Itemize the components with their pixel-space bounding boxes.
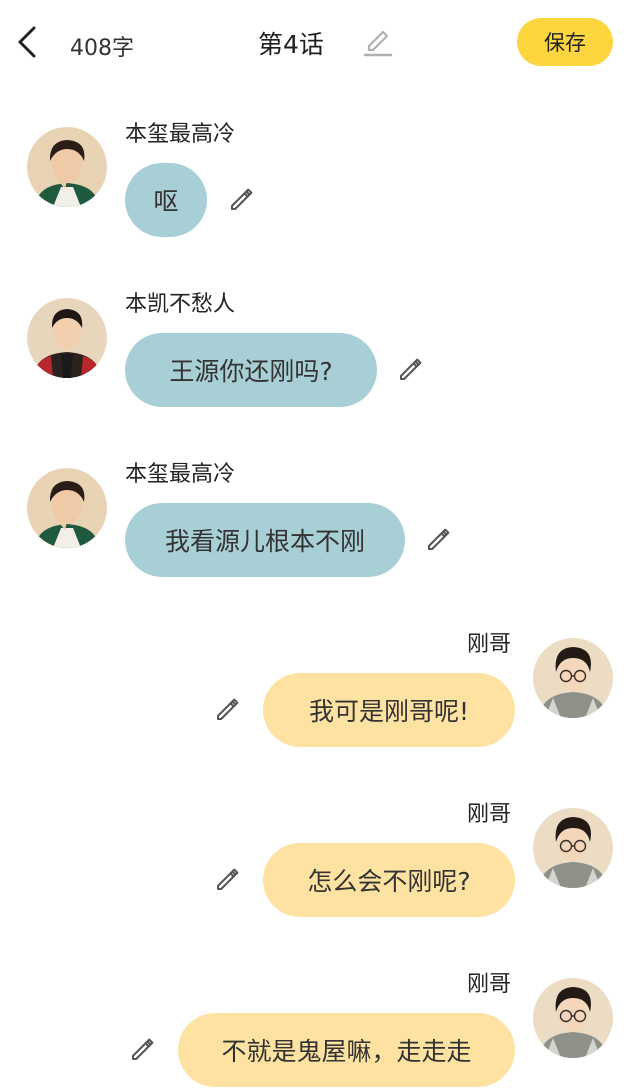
pencil-icon[interactable] <box>424 524 454 554</box>
sender-name: 本凯不愁人 <box>125 292 236 317</box>
message-bubble[interactable]: 王源你还刚吗? <box>125 333 377 407</box>
sender-name: 本玺最高冷 <box>125 462 236 487</box>
avatar[interactable] <box>533 808 613 888</box>
message-bubble[interactable]: 呕 <box>125 163 207 237</box>
word-count: 408字 <box>70 36 134 61</box>
sender-name: 本玺最高冷 <box>125 122 236 147</box>
sender-name: 刚哥 <box>467 802 512 827</box>
pencil-icon[interactable] <box>396 354 426 384</box>
message-bubble[interactable]: 我可是刚哥呢! <box>263 673 515 747</box>
sender-name: 刚哥 <box>467 632 512 657</box>
save-button[interactable]: 保存 <box>517 18 613 66</box>
avatar[interactable] <box>27 127 107 207</box>
message-bubble[interactable]: 我看源儿根本不刚 <box>125 503 405 577</box>
message-bubble[interactable]: 不就是鬼屋嘛，走走走 <box>178 1013 515 1087</box>
avatar[interactable] <box>27 468 107 548</box>
edit-title-button[interactable] <box>362 24 394 58</box>
pencil-icon[interactable] <box>227 184 257 214</box>
chat-editor-screen: 408字 第4话 保存 本玺最高冷 呕 本凯不愁人 王源你还刚吗? 本玺最高冷 … <box>0 0 640 1092</box>
chapter-title-wrap[interactable]: 第4话 <box>258 26 324 60</box>
message-bubble[interactable]: 怎么会不刚呢? <box>263 843 515 917</box>
sender-name: 刚哥 <box>467 972 512 997</box>
avatar[interactable] <box>533 978 613 1058</box>
avatar[interactable] <box>27 298 107 378</box>
avatar[interactable] <box>533 638 613 718</box>
pencil-icon[interactable] <box>128 1034 158 1064</box>
pencil-icon[interactable] <box>213 864 243 894</box>
pencil-icon[interactable] <box>213 694 243 724</box>
chapter-title[interactable]: 第4话 <box>258 25 324 61</box>
back-button[interactable] <box>10 22 46 62</box>
top-bar: 408字 第4话 保存 <box>0 0 640 86</box>
pencil-icon <box>363 30 393 57</box>
chevron-left-icon <box>18 26 36 58</box>
